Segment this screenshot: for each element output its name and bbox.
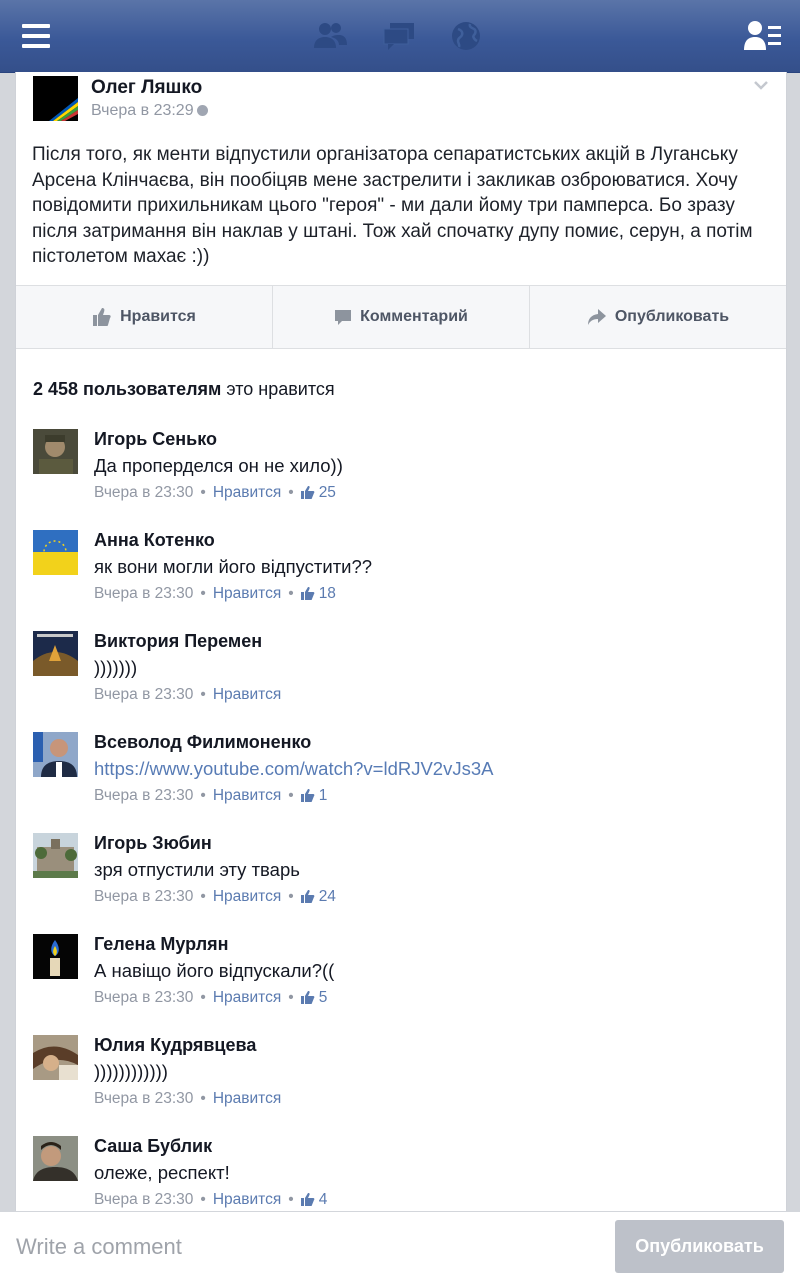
comment-item: Игорь Зюбин зря отпустили эту тварь Вчер… bbox=[16, 833, 786, 928]
comment-like-link[interactable]: Нравится bbox=[213, 989, 281, 1006]
comment-text: олеже, респект! bbox=[94, 1162, 230, 1183]
comment-item: Виктория Перемен ))))))) Вчера в 23:30 • Н… bbox=[16, 631, 786, 726]
thumbs-up-icon bbox=[300, 890, 315, 903]
commenter-name[interactable]: Саша Бублик bbox=[94, 1136, 212, 1157]
notifications-globe-icon[interactable] bbox=[450, 20, 484, 52]
commenter-name[interactable]: Юлия Кудрявцева bbox=[94, 1035, 256, 1056]
comment-item: Всеволод Филимоненко https://www.youtube… bbox=[16, 732, 786, 827]
comment-time[interactable]: Вчера в 23:30 bbox=[94, 484, 193, 501]
comment-time[interactable]: Вчера в 23:30 bbox=[94, 686, 193, 703]
comment-meta: Вчера в 23:30 • Нравится • 5 bbox=[94, 989, 328, 1006]
post-author-avatar[interactable] bbox=[33, 76, 78, 121]
comment-like-link[interactable]: Нравится bbox=[213, 686, 281, 703]
commenter-name[interactable]: Анна Котенко bbox=[94, 530, 215, 551]
comment-like-link[interactable]: Нравится bbox=[213, 787, 281, 804]
post-card: Олег Ляшко Вчера в 23:29 Після того, як … bbox=[15, 72, 787, 1212]
thumbs-up-icon bbox=[300, 587, 315, 600]
like-button-label: Нравится bbox=[120, 308, 196, 325]
menu-icon[interactable] bbox=[22, 24, 50, 48]
comment-like-count[interactable]: 24 bbox=[319, 888, 336, 905]
comment-input[interactable] bbox=[16, 1232, 576, 1262]
comment-item: Анна Котенко як вони могли його відпусти… bbox=[16, 530, 786, 625]
comment-meta: Вчера в 23:30 • Нравится bbox=[94, 1090, 282, 1107]
comment-time[interactable]: Вчера в 23:30 bbox=[94, 888, 193, 905]
comment-text: як вони могли його відпустити?? bbox=[94, 556, 373, 577]
comment-time[interactable]: Вчера в 23:30 bbox=[94, 1090, 193, 1107]
comment-time[interactable]: Вчера в 23:30 bbox=[94, 1191, 193, 1208]
comment-text: )))))))))))) bbox=[94, 1061, 168, 1082]
commenter-avatar[interactable] bbox=[33, 934, 78, 979]
like-button[interactable]: Нравится bbox=[16, 286, 273, 348]
comment-like-count[interactable]: 18 bbox=[319, 585, 336, 602]
comment-item: Гелена Мурлян А навіщо його відпускали?(… bbox=[16, 934, 786, 1029]
commenter-avatar[interactable] bbox=[33, 429, 78, 474]
commenter-name[interactable]: Всеволод Филимоненко bbox=[94, 732, 311, 753]
comment-time[interactable]: Вчера в 23:30 bbox=[94, 787, 193, 804]
comment-like-link[interactable]: Нравится bbox=[213, 484, 281, 501]
thumbs-up-icon bbox=[300, 1193, 315, 1206]
comment-meta: Вчера в 23:30 • Нравится • 25 bbox=[94, 484, 336, 501]
commenter-avatar[interactable] bbox=[33, 732, 78, 777]
commenter-name[interactable]: Виктория Перемен bbox=[94, 631, 262, 652]
thumbs-up-icon bbox=[93, 308, 111, 326]
commenter-avatar[interactable] bbox=[33, 530, 78, 575]
comment-button[interactable]: Комментарий bbox=[273, 286, 530, 348]
commenter-avatar[interactable] bbox=[33, 1136, 78, 1181]
commenter-name[interactable]: Гелена Мурлян bbox=[94, 934, 229, 955]
comment-like-count[interactable]: 25 bbox=[319, 484, 336, 501]
post-author-name[interactable]: Олег Ляшко bbox=[91, 77, 202, 99]
comment-like-link[interactable]: Нравится bbox=[213, 1191, 281, 1208]
comment-like-count[interactable]: 5 bbox=[319, 989, 328, 1006]
likes-count: 2 458 пользователям bbox=[33, 379, 222, 399]
messages-icon[interactable] bbox=[382, 20, 416, 52]
comment-compose-bar: Опубликовать bbox=[0, 1211, 800, 1281]
publish-comment-button[interactable]: Опубликовать bbox=[615, 1220, 784, 1273]
comment-meta: Вчера в 23:30 • Нравится • 24 bbox=[94, 888, 336, 905]
comment-item: Юлия Кудрявцева )))))))))))) Вчера в 23:… bbox=[16, 1035, 786, 1130]
thumbs-up-icon bbox=[300, 486, 315, 499]
post-time-text: Вчера в 23:29 bbox=[91, 102, 194, 119]
comment-meta: Вчера в 23:30 • Нравится • 18 bbox=[94, 585, 336, 602]
comment-like-link[interactable]: Нравится bbox=[213, 585, 281, 602]
comment-like-count[interactable]: 4 bbox=[319, 1191, 328, 1208]
top-navigation-bar bbox=[0, 0, 800, 73]
friend-requests-icon[interactable] bbox=[313, 20, 347, 52]
comment-time[interactable]: Вчера в 23:30 bbox=[94, 989, 193, 1006]
commenter-avatar[interactable] bbox=[33, 833, 78, 878]
share-button[interactable]: Опубликовать bbox=[530, 286, 786, 348]
share-arrow-icon bbox=[587, 309, 606, 325]
commenter-avatar[interactable] bbox=[33, 631, 78, 676]
profile-list-icon[interactable] bbox=[744, 18, 782, 54]
comment-text: зря отпустили эту тварь bbox=[94, 859, 300, 880]
comment-text: А навіщо його відпускали?(( bbox=[94, 960, 335, 981]
comment-meta: Вчера в 23:30 • Нравится • 1 bbox=[94, 787, 328, 804]
thumbs-up-icon bbox=[300, 991, 315, 1004]
likes-suffix: это нравится bbox=[226, 379, 335, 399]
thumbs-up-icon bbox=[300, 789, 315, 802]
comment-like-link[interactable]: Нравится bbox=[213, 1090, 281, 1107]
share-button-label: Опубликовать bbox=[614, 308, 730, 325]
comment-time[interactable]: Вчера в 23:30 bbox=[94, 585, 193, 602]
post-timestamp[interactable]: Вчера в 23:29 bbox=[91, 102, 208, 120]
comment-like-link[interactable]: Нравится bbox=[213, 888, 281, 905]
commenter-name[interactable]: Игорь Сенько bbox=[94, 429, 217, 450]
comment-text: ))))))) bbox=[94, 657, 138, 678]
comment-bubble-icon bbox=[335, 310, 352, 325]
comment-meta: Вчера в 23:30 • Нравится • 4 bbox=[94, 1191, 328, 1208]
comment-like-count[interactable]: 1 bbox=[319, 787, 328, 804]
comment-link-text[interactable]: https://www.youtube.com/watch?v=ldRJV2vJ… bbox=[94, 758, 493, 780]
commenter-avatar[interactable] bbox=[33, 1035, 78, 1080]
chevron-down-icon[interactable] bbox=[754, 80, 768, 90]
public-globe-icon bbox=[196, 105, 208, 116]
post-body-text: Після того, як менти відпустили організа… bbox=[32, 144, 753, 267]
comment-item: Игорь Сенько Да проперделся он не хило))… bbox=[16, 429, 786, 524]
comment-button-label: Комментарий bbox=[360, 308, 468, 325]
commenter-name[interactable]: Игорь Зюбин bbox=[94, 833, 212, 854]
likes-summary[interactable]: 2 458 пользователям это нравится bbox=[33, 379, 335, 400]
post-action-bar: Нравится Комментарий Опубликовать bbox=[16, 285, 786, 349]
comment-text: Да проперделся он не хило)) bbox=[94, 455, 343, 476]
comment-meta: Вчера в 23:30 • Нравится bbox=[94, 686, 282, 703]
